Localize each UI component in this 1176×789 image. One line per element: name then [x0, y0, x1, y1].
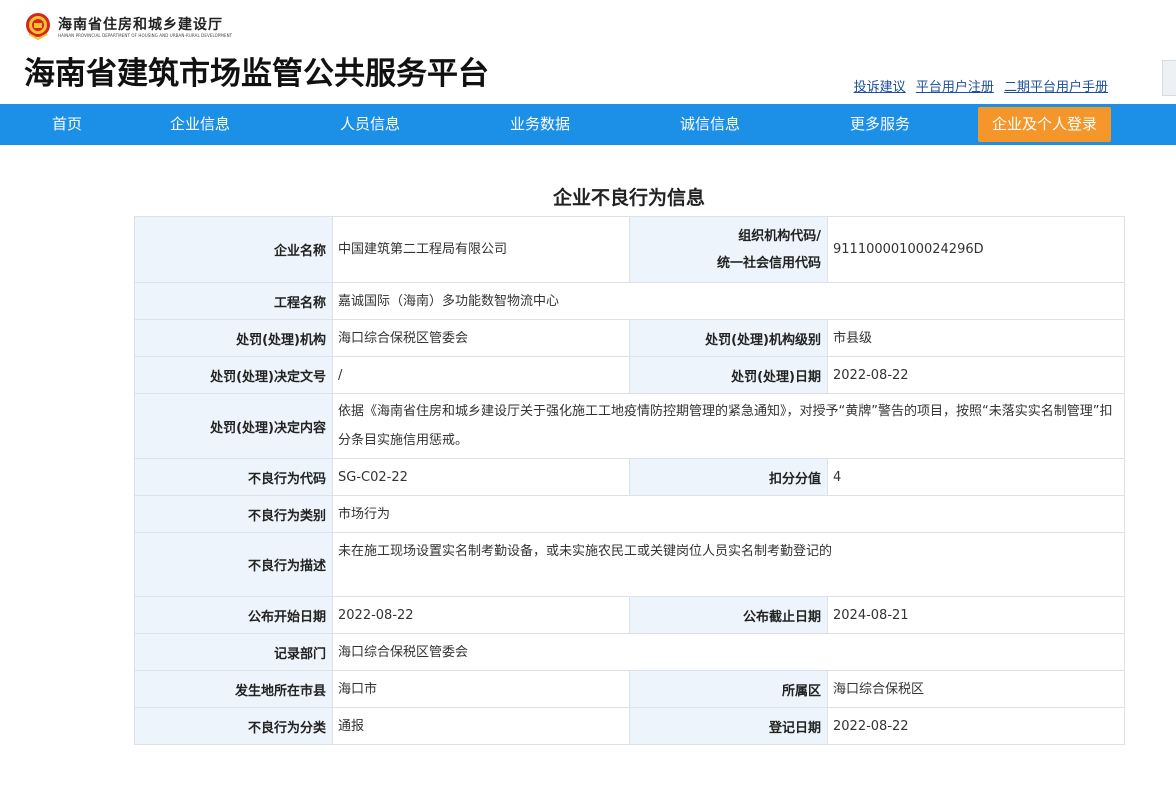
- record-dept-label: 记录部门: [134, 633, 333, 671]
- content-label: 处罚(处理)决定内容: [134, 393, 333, 459]
- manual-link[interactable]: 二期平台用户手册: [1004, 80, 1108, 95]
- city-label: 发生地所在市县: [134, 670, 333, 708]
- table-row: 不良行为代码 SG-C02-22 扣分分值 4: [134, 458, 1125, 496]
- login-button[interactable]: 企业及个人登录: [978, 107, 1111, 142]
- points-value: 4: [827, 458, 1125, 496]
- nav-home[interactable]: 首页: [52, 104, 82, 145]
- reg-date-label: 登记日期: [629, 707, 828, 745]
- nav-credit-info[interactable]: 诚信信息: [680, 104, 740, 145]
- table-row: 工程名称 嘉诚国际（海南）多功能数智物流中心: [134, 282, 1125, 320]
- table-row: 发生地所在市县 海口市 所属区 海口综合保税区: [134, 670, 1125, 708]
- city-value: 海口市: [332, 670, 630, 708]
- decision-date-value: 2022-08-22: [827, 356, 1125, 394]
- emblem-icon: [25, 12, 51, 41]
- pub-start-label: 公布开始日期: [134, 596, 333, 634]
- company-value: 中国建筑第二工程局有限公司: [332, 216, 630, 283]
- project-value: 嘉诚国际（海南）多功能数智物流中心: [332, 282, 1125, 320]
- table-row: 公布开始日期 2022-08-22 公布截止日期 2024-08-21: [134, 596, 1125, 634]
- table-row: 不良行为类别 市场行为: [134, 495, 1125, 533]
- doc-no-value: /: [332, 356, 630, 394]
- org-code-label: 组织机构代码/ 统一社会信用代码: [629, 216, 828, 283]
- nav-personnel-info[interactable]: 人员信息: [340, 104, 400, 145]
- dept-name-en: HAINAN PROVINCIAL DEPARTMENT OF HOUSING …: [58, 33, 233, 38]
- table-row: 处罚(处理)决定内容 依据《海南省住房和城乡建设厅关于强化施工工地疫情防控期管理…: [134, 393, 1125, 459]
- content-value: 依据《海南省住房和城乡建设厅关于强化施工工地疫情防控期管理的紧急通知》，对授予“…: [332, 393, 1125, 459]
- company-label: 企业名称: [134, 216, 333, 283]
- desc-label: 不良行为描述: [134, 532, 333, 597]
- record-dept-value: 海口综合保税区管委会: [332, 633, 1125, 671]
- table-row: 处罚(处理)决定文号 / 处罚(处理)日期 2022-08-22: [134, 356, 1125, 394]
- table-row: 不良行为描述 未在施工现场设置实名制考勤设备，或未实施农民工或关键岗位人员实名制…: [134, 532, 1125, 597]
- class-value: 通报: [332, 707, 630, 745]
- class-label: 不良行为分类: [134, 707, 333, 745]
- points-label: 扣分分值: [629, 458, 828, 496]
- dept-name: 海南省住房和城乡建设厅: [58, 17, 223, 33]
- doc-no-label: 处罚(处理)决定文号: [134, 356, 333, 394]
- nav-business-data[interactable]: 业务数据: [510, 104, 570, 145]
- table-row: 企业名称 中国建筑第二工程局有限公司 组织机构代码/ 统一社会信用代码 9111…: [134, 216, 1125, 283]
- top-links: 投诉建议 平台用户注册 二期平台用户手册: [848, 76, 1108, 95]
- page-title: 企业不良行为信息: [552, 187, 705, 209]
- nav-company-info[interactable]: 企业信息: [170, 104, 230, 145]
- agency-value: 海口综合保税区管委会: [332, 319, 630, 357]
- agency-level-label: 处罚(处理)机构级别: [629, 319, 828, 357]
- district-value: 海口综合保税区: [827, 670, 1125, 708]
- side-tab[interactable]: [1162, 60, 1176, 96]
- pub-end-value: 2024-08-21: [827, 596, 1125, 634]
- site-title: 海南省建筑市场监管公共服务平台: [24, 56, 489, 92]
- org-code-value: 91110000100024296D: [827, 216, 1125, 283]
- decision-date-label: 处罚(处理)日期: [629, 356, 828, 394]
- code-value: SG-C02-22: [332, 458, 630, 496]
- category-value: 市场行为: [332, 495, 1125, 533]
- table-row: 不良行为分类 通报 登记日期 2022-08-22: [134, 707, 1125, 745]
- pub-end-label: 公布截止日期: [629, 596, 828, 634]
- record-table: 企业名称 中国建筑第二工程局有限公司 组织机构代码/ 统一社会信用代码 9111…: [134, 216, 1125, 745]
- nav-more-services[interactable]: 更多服务: [850, 104, 910, 145]
- org-code-label-line1: 组织机构代码/: [738, 228, 821, 244]
- code-label: 不良行为代码: [134, 458, 333, 496]
- page-header: 海南省住房和城乡建设厅 HAINAN PROVINCIAL DEPARTMENT…: [0, 0, 1176, 104]
- org-code-label-line2: 统一社会信用代码: [716, 255, 821, 271]
- agency-level-value: 市县级: [827, 319, 1125, 357]
- project-label: 工程名称: [134, 282, 333, 320]
- reg-date-value: 2022-08-22: [827, 707, 1125, 745]
- district-label: 所属区: [629, 670, 828, 708]
- category-label: 不良行为类别: [134, 495, 333, 533]
- pub-start-value: 2022-08-22: [332, 596, 630, 634]
- register-link[interactable]: 平台用户注册: [916, 80, 994, 95]
- table-row: 记录部门 海口综合保税区管委会: [134, 633, 1125, 671]
- complaint-link[interactable]: 投诉建议: [854, 80, 906, 95]
- desc-value: 未在施工现场设置实名制考勤设备，或未实施农民工或关键岗位人员实名制考勤登记的: [332, 532, 1125, 597]
- table-row: 处罚(处理)机构 海口综合保税区管委会 处罚(处理)机构级别 市县级: [134, 319, 1125, 357]
- agency-label: 处罚(处理)机构: [134, 319, 333, 357]
